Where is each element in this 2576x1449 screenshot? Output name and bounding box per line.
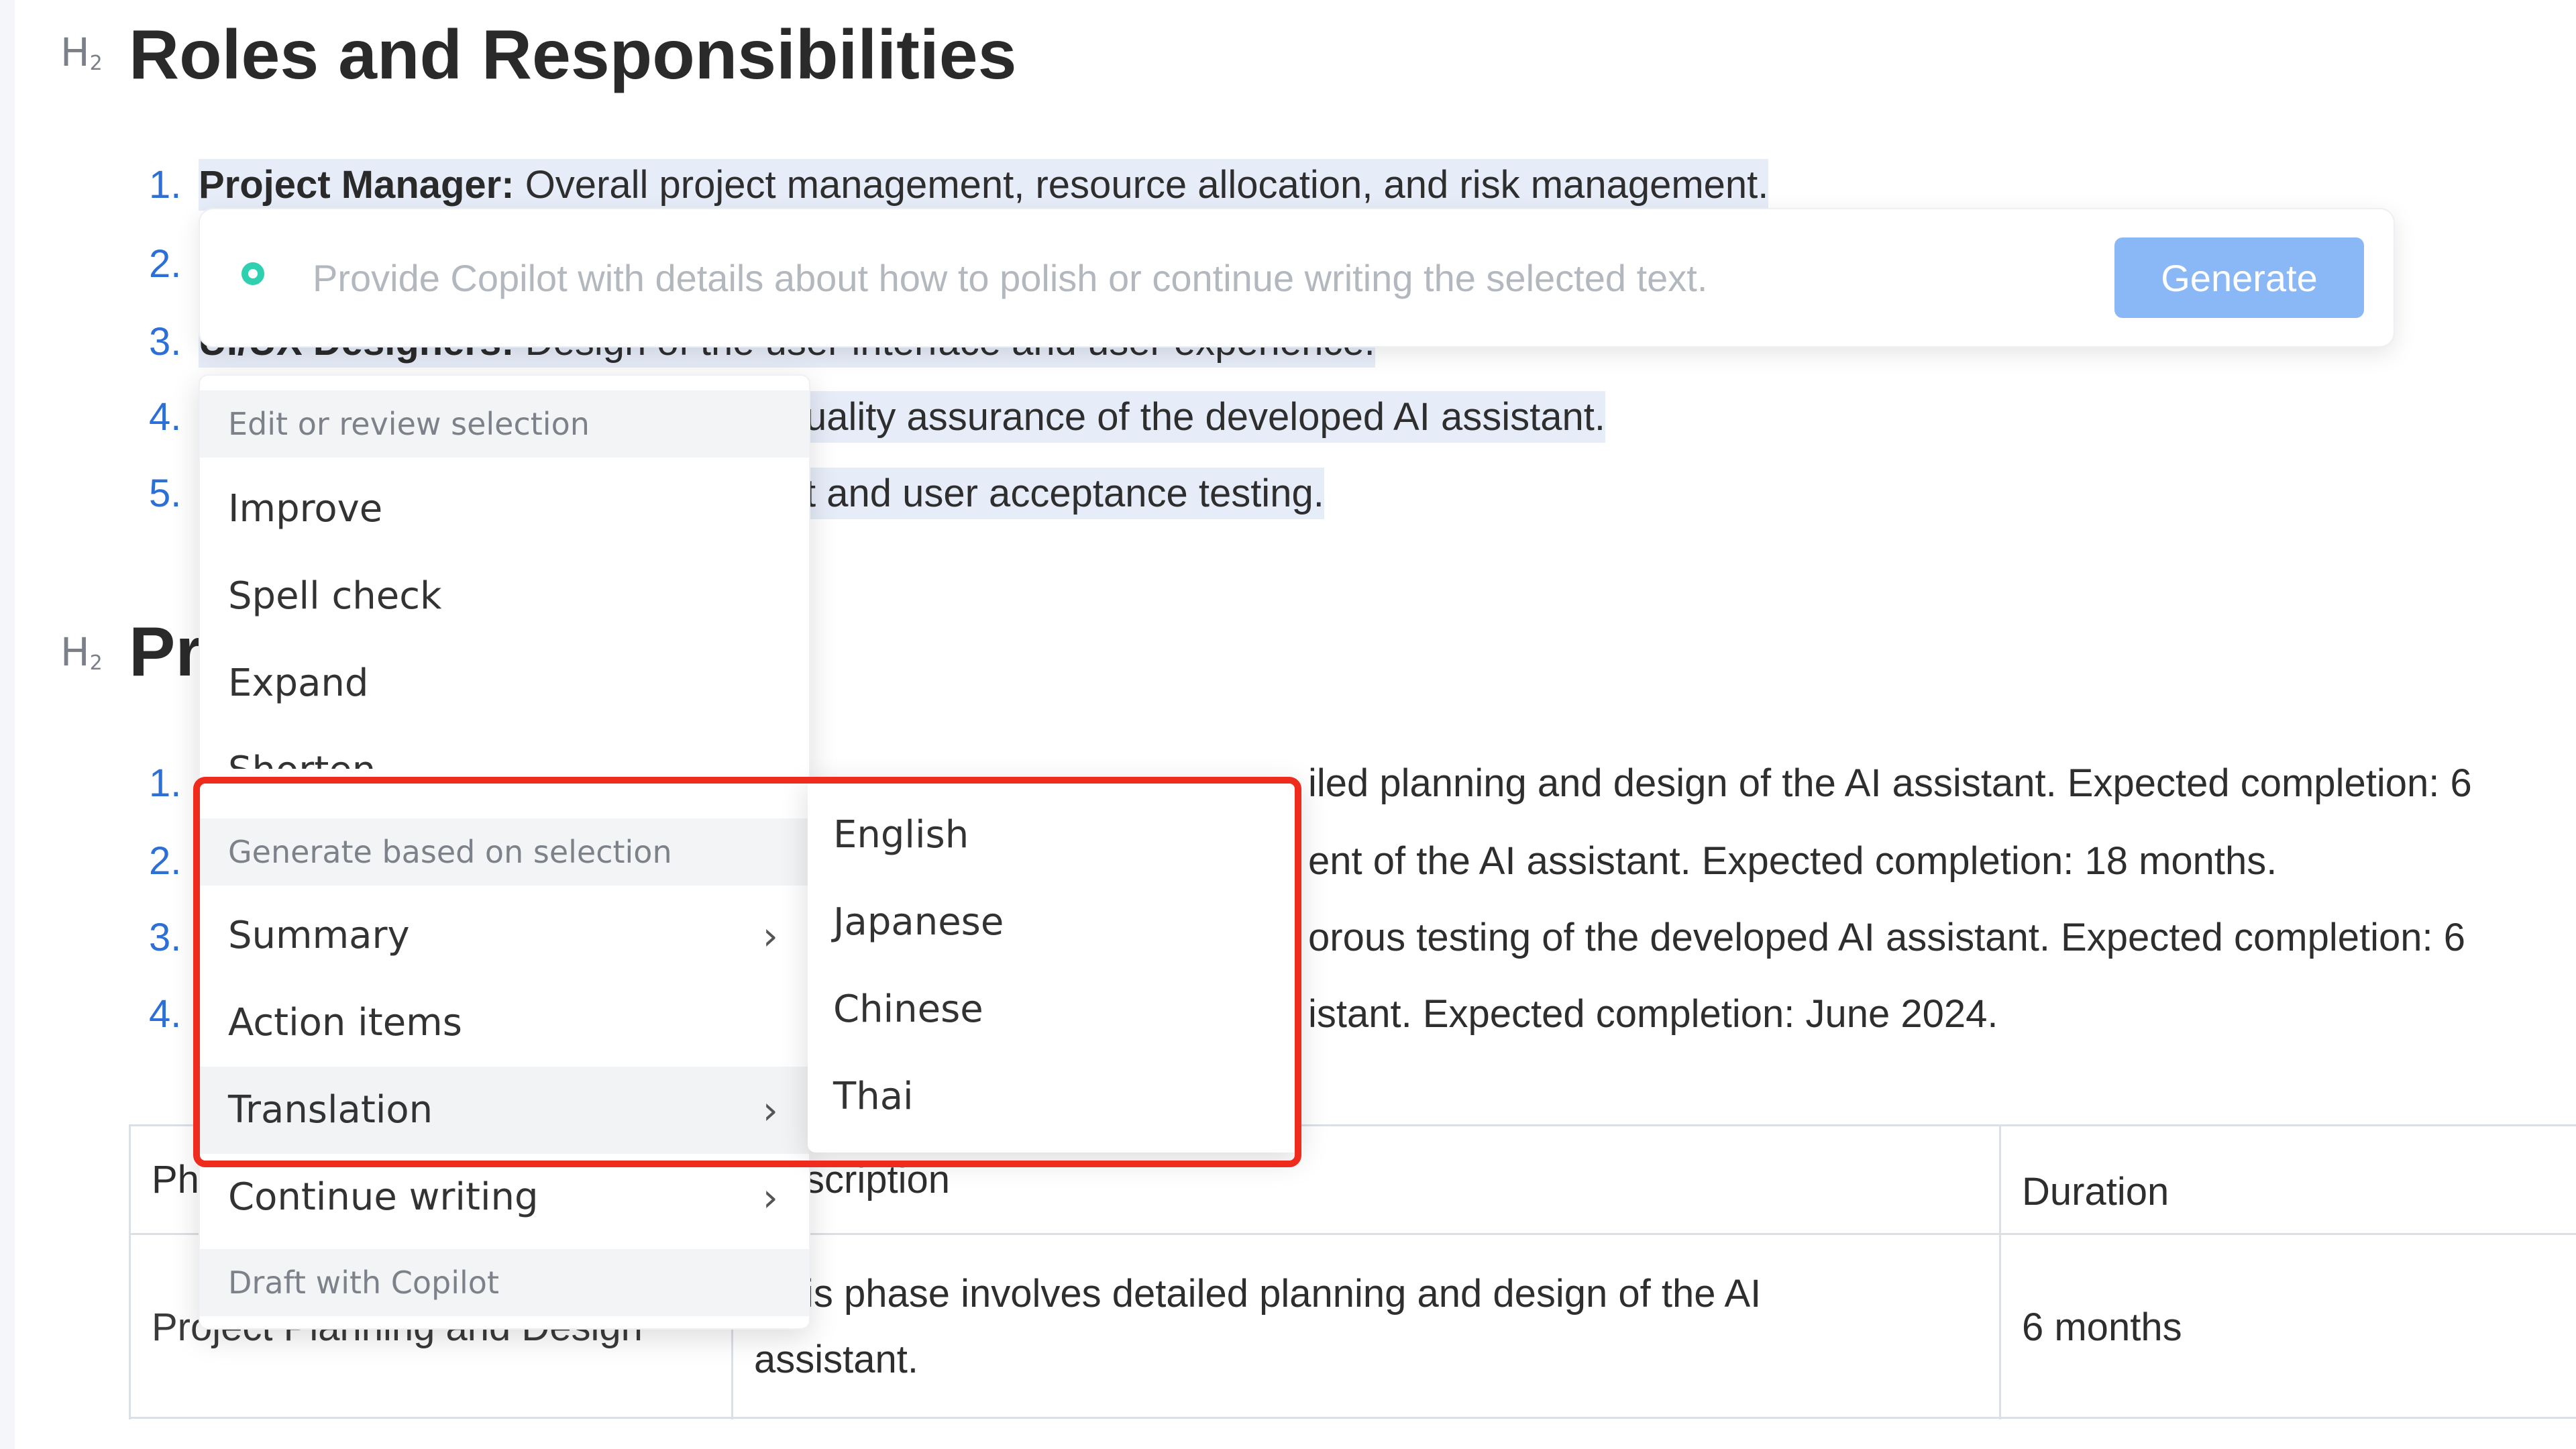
menu-item-translation[interactable]: Translation › <box>200 1067 809 1154</box>
list-item-timeline[interactable]: istant. Expected completion: June 2024. <box>1308 993 1998 1036</box>
chevron-right-icon: › <box>762 1087 778 1133</box>
menu-item-summary[interactable]: Summary › <box>200 892 809 979</box>
menu-header-edit: Edit or review selection <box>200 390 809 458</box>
list-item-qa[interactable]: uality assurance of the developed AI ass… <box>805 391 1605 443</box>
table-header-phase: Ph <box>152 1158 199 1201</box>
list-number: 4. <box>149 395 182 439</box>
menu-item-continue-writing-label: Continue writing <box>228 1175 539 1219</box>
heading2-marker-icon[interactable]: H2 <box>60 629 103 675</box>
list-item-timeline[interactable]: orous testing of the developed AI assist… <box>1308 916 2465 959</box>
list-item-text: t and user acceptance testing. <box>805 468 1324 519</box>
language-english[interactable]: English <box>808 792 1300 879</box>
table-cell-description-cont[interactable]: assistant. <box>754 1327 918 1393</box>
list-item-timeline[interactable]: iled planning and design of the AI assis… <box>1308 762 2472 805</box>
copilot-context-menu: Edit or review selection Improve Spell c… <box>199 374 810 1330</box>
language-thai[interactable]: Thai <box>808 1053 1300 1140</box>
list-number: 2. <box>149 839 182 883</box>
copilot-prompt-bar: Provide Copilot with details about how t… <box>199 208 2395 347</box>
list-number: 4. <box>149 992 182 1036</box>
heading2-marker-icon[interactable]: H2 <box>60 30 103 75</box>
menu-item-shorten[interactable]: Shorten <box>200 727 809 769</box>
generate-button[interactable]: Generate <box>2114 237 2364 318</box>
menu-header-generate: Generate based on selection <box>200 818 809 885</box>
table-cell-description[interactable]: is phase involves detailed planning and … <box>805 1261 1761 1328</box>
chevron-right-icon: › <box>762 1175 778 1220</box>
chevron-right-icon: › <box>762 913 778 959</box>
copilot-ring-icon <box>241 262 264 285</box>
table-row-divider <box>129 1417 2576 1419</box>
menu-header-draft: Draft with Copilot <box>200 1249 809 1316</box>
list-item-text: uality assurance of the developed AI ass… <box>805 391 1605 443</box>
translation-submenu: English Japanese Chinese Thai <box>808 777 1300 1152</box>
list-number: 1. <box>149 761 182 805</box>
menu-item-translation-label: Translation <box>228 1088 433 1132</box>
list-number: 3. <box>149 916 182 959</box>
list-item-uat[interactable]: t and user acceptance testing. <box>805 468 1324 519</box>
table-cell-duration[interactable]: 6 months <box>2022 1295 2182 1361</box>
copilot-prompt-input[interactable]: Provide Copilot with details about how t… <box>313 256 1707 300</box>
list-item-project-manager[interactable]: Project Manager: Overall project managem… <box>199 159 1769 211</box>
language-japanese[interactable]: Japanese <box>808 879 1300 966</box>
table-header-description: scription <box>805 1158 950 1201</box>
menu-item-action-items[interactable]: Action items <box>200 979 809 1067</box>
list-number: 2. <box>149 242 182 286</box>
list-number: 1. <box>149 163 182 207</box>
list-item-timeline[interactable]: ent of the AI assistant. Expected comple… <box>1308 840 2277 883</box>
language-chinese[interactable]: Chinese <box>808 966 1300 1053</box>
menu-item-shorten-clip: Shorten <box>200 727 809 769</box>
menu-item-improve[interactable]: Improve <box>200 466 809 553</box>
section-title-roles: Roles and Responsibilities <box>129 16 1017 94</box>
list-number: 5. <box>149 472 182 515</box>
section-title-project: Pr <box>129 613 203 691</box>
menu-item-continue-writing[interactable]: Continue writing › <box>200 1154 809 1241</box>
menu-item-expand[interactable]: Expand <box>200 640 809 727</box>
left-rail <box>0 0 15 1449</box>
table-col-divider <box>1999 1124 2001 1419</box>
table-border-left <box>129 1124 131 1419</box>
list-item-text: Overall project management, resource all… <box>514 163 1769 207</box>
table-header-duration: Duration <box>2022 1170 2169 1214</box>
menu-item-summary-label: Summary <box>228 914 410 957</box>
menu-item-spell-check[interactable]: Spell check <box>200 553 809 640</box>
list-number: 3. <box>149 320 182 364</box>
list-item-bold: Project Manager: <box>199 163 515 207</box>
